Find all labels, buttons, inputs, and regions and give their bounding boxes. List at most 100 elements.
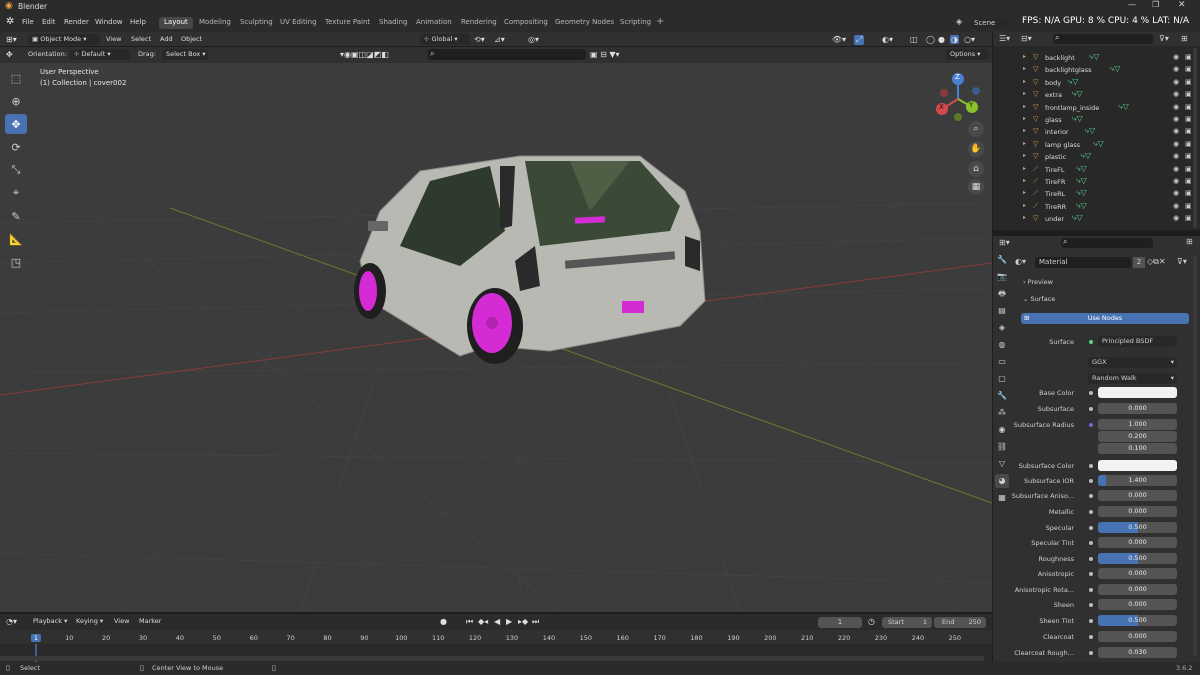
- 3d-viewport[interactable]: User Perspective (1) Collection | cover0…: [0, 63, 992, 612]
- transform-icon[interactable]: ⌖: [5, 183, 27, 203]
- outliner-item[interactable]: ▸ ⟋ TireFL ⤷▽ ◉ ▣: [993, 164, 1200, 176]
- menu-keying[interactable]: Keying ▾: [76, 617, 103, 625]
- expand-icon[interactable]: ▸: [1023, 53, 1026, 60]
- jump-start-icon[interactable]: ⏮: [466, 617, 473, 627]
- distribution-dropdown[interactable]: GGX ▾: [1088, 357, 1177, 368]
- next-keyframe-icon[interactable]: ▸◆: [518, 617, 528, 626]
- eye-icon[interactable]: ◉: [1173, 165, 1179, 173]
- options-dropdown[interactable]: Options ▾: [946, 49, 988, 60]
- xray-icon[interactable]: ◫: [910, 35, 918, 44]
- solid-shading-icon[interactable]: ●: [938, 35, 945, 44]
- camera-icon[interactable]: ▣: [1185, 165, 1192, 173]
- camera-icon[interactable]: ▣: [1185, 140, 1192, 148]
- data-tab-icon[interactable]: ▽: [995, 457, 1009, 471]
- pan-hand-icon[interactable]: ✋: [968, 141, 984, 157]
- eye-icon[interactable]: ◉: [1173, 90, 1179, 98]
- param-value-field[interactable]: 0.500: [1098, 553, 1177, 564]
- timeline-editor-icon[interactable]: ◔▾: [6, 617, 17, 626]
- pivot-icon[interactable]: ⟲▾: [474, 35, 485, 44]
- outliner-item[interactable]: ▸ ▽ glass ⤷▽ ◉ ▣: [993, 114, 1200, 126]
- modifier-tab-icon[interactable]: 🔧: [995, 389, 1009, 403]
- camera-icon[interactable]: ▣: [1185, 115, 1192, 123]
- visibility-icon[interactable]: 👁▾: [832, 35, 846, 44]
- editor-type-icon[interactable]: ⊞▾: [6, 35, 17, 44]
- expand-icon[interactable]: ▸: [1023, 78, 1026, 85]
- material-datablock[interactable]: ◐▾ Material 2 ◇⧉✕ ⊽▾: [1015, 257, 1195, 268]
- expand-icon[interactable]: ▸: [1023, 127, 1026, 134]
- eye-icon[interactable]: ◉: [1173, 53, 1179, 61]
- jump-end-icon[interactable]: ⏭: [532, 617, 539, 627]
- wireframe-shading-icon[interactable]: ◯: [926, 35, 935, 44]
- outliner-item[interactable]: ▸ ⟋ TireRL ⤷▽ ◉ ▣: [993, 188, 1200, 200]
- overlays-filter-icon[interactable]: ▾◉▣◫◪◩◧: [340, 50, 389, 59]
- menu-render[interactable]: Render: [64, 18, 89, 26]
- start-frame-field[interactable]: Start 1: [882, 617, 932, 628]
- tool-tab-icon[interactable]: 🔧: [995, 253, 1009, 267]
- camera-icon[interactable]: ▣: [1185, 189, 1192, 197]
- eye-icon[interactable]: ◉: [1173, 127, 1179, 135]
- outliner-item[interactable]: ▸ ⟋ TireRR ⤷▽ ◉ ▣: [993, 201, 1200, 213]
- tab-sculpting[interactable]: Sculpting: [235, 17, 278, 29]
- camera-icon[interactable]: ▣: [1185, 90, 1192, 98]
- outliner-search-input[interactable]: ⌕: [1053, 33, 1153, 44]
- eye-icon[interactable]: ◉: [1173, 103, 1179, 111]
- outliner-scrollbar[interactable]: [1193, 48, 1197, 228]
- camera-icon[interactable]: ▣: [1185, 214, 1192, 222]
- tab-scripting[interactable]: Scripting: [615, 17, 656, 29]
- navigation-gizmo[interactable]: Z Y X: [930, 71, 986, 127]
- collection-tab-icon[interactable]: ▭: [995, 355, 1009, 369]
- param-value-field[interactable]: 0.000: [1098, 490, 1177, 501]
- param-value-field[interactable]: 0.100: [1098, 443, 1177, 454]
- surface-shader-field[interactable]: Principled BSDF: [1098, 336, 1177, 347]
- outliner-editor-icon[interactable]: ☰▾: [999, 34, 1010, 43]
- menu-marker[interactable]: Marker: [139, 617, 161, 625]
- camera-icon[interactable]: ▣: [1185, 202, 1192, 210]
- expand-icon[interactable]: ▸: [1023, 202, 1026, 209]
- camera-icon[interactable]: ▣: [1185, 65, 1192, 73]
- fake-user-icon[interactable]: ◇⧉✕: [1147, 257, 1166, 267]
- camera-icon[interactable]: ▣: [1185, 78, 1192, 86]
- prev-keyframe-icon[interactable]: ◆◂: [478, 617, 488, 626]
- scale-icon[interactable]: ⤡: [5, 160, 27, 180]
- expand-icon[interactable]: ▸: [1023, 103, 1026, 110]
- scene-selector[interactable]: Scene: [970, 18, 1010, 29]
- menu-object[interactable]: Object: [181, 35, 202, 43]
- expand-icon[interactable]: ▸: [1023, 177, 1026, 184]
- param-value-field[interactable]: 0.030: [1098, 647, 1177, 658]
- eye-icon[interactable]: ◉: [1173, 189, 1179, 197]
- new-collection-icon[interactable]: ⊞: [1181, 34, 1188, 43]
- object-tab-icon[interactable]: ▢: [995, 372, 1009, 386]
- tab-animation[interactable]: Animation: [411, 17, 457, 29]
- camera-icon[interactable]: ▣: [1185, 103, 1192, 111]
- grid-perspective-icon[interactable]: ▦: [968, 179, 984, 195]
- outliner-item[interactable]: ▸ ▽ plastic ⤷▽ ◉ ▣: [993, 151, 1200, 163]
- expand-icon[interactable]: ▸: [1023, 140, 1026, 147]
- camera-icon[interactable]: ▣: [1185, 152, 1192, 160]
- menu-timeline-view[interactable]: View: [114, 617, 129, 625]
- eye-icon[interactable]: ◉: [1173, 115, 1179, 123]
- select-box-icon[interactable]: ⬚: [5, 68, 27, 88]
- color-swatch[interactable]: [1098, 387, 1177, 398]
- transform-orientation[interactable]: ⊹ Global ▾: [420, 34, 470, 45]
- eye-icon[interactable]: ◉: [1173, 140, 1179, 148]
- eye-icon[interactable]: ◉: [1173, 177, 1179, 185]
- gizmo-toggle-icon[interactable]: ⤢: [854, 35, 865, 45]
- camera-icon[interactable]: ▣: [1185, 177, 1192, 185]
- tab-rendering[interactable]: Rendering: [456, 17, 502, 29]
- param-value-field[interactable]: 0.500: [1098, 615, 1177, 626]
- expand-icon[interactable]: ▸: [1023, 165, 1026, 172]
- eye-icon[interactable]: ◉: [1173, 78, 1179, 86]
- filter-icon[interactable]: ⊽▾: [1159, 34, 1169, 43]
- menu-select[interactable]: Select: [131, 35, 151, 43]
- param-value-field[interactable]: 0.500: [1098, 522, 1177, 533]
- eye-icon[interactable]: ◉: [1173, 152, 1179, 160]
- param-value-field[interactable]: 0.000: [1098, 631, 1177, 642]
- current-frame-field[interactable]: 1: [818, 617, 862, 628]
- end-frame-field[interactable]: End 250: [934, 617, 986, 628]
- subsurface-method-dropdown[interactable]: Random Walk ▾: [1088, 373, 1177, 384]
- pin-icon[interactable]: ⊞: [1186, 237, 1193, 246]
- material-name-field[interactable]: Material: [1035, 257, 1131, 268]
- world-tab-icon[interactable]: ◍: [995, 338, 1009, 352]
- color-swatch[interactable]: [1098, 460, 1177, 471]
- eye-icon[interactable]: ◉: [1173, 214, 1179, 222]
